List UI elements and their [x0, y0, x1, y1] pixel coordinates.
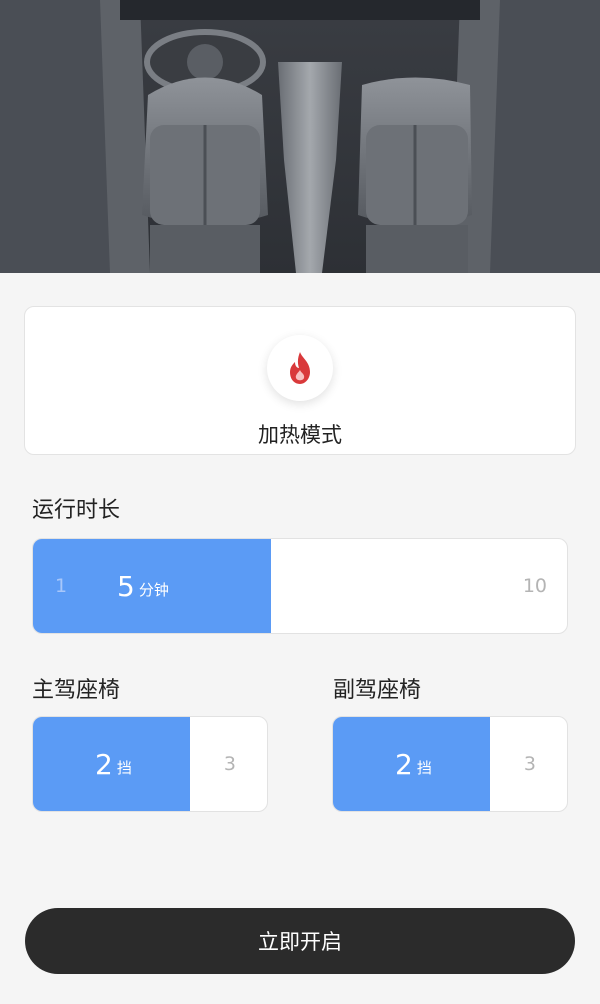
duration-value: 5 分钟	[117, 539, 169, 633]
mode-label: 加热模式	[258, 423, 342, 447]
driver-seat-value-unit: 挡	[116, 758, 132, 777]
flame-icon	[267, 335, 333, 401]
passenger-seat-value-number: 2	[395, 747, 413, 781]
passenger-seat-value-unit: 挡	[416, 758, 432, 777]
heating-mode-card[interactable]: 加热模式	[24, 306, 576, 455]
driver-seat-title: 主驾座椅	[32, 678, 121, 703]
start-now-button[interactable]: 立即开启	[25, 908, 575, 974]
driver-seat-slider[interactable]: 2 挡 3	[32, 716, 268, 812]
duration-value-number: 5	[117, 569, 135, 603]
duration-title: 运行时长	[32, 498, 121, 523]
duration-value-unit: 分钟	[138, 580, 169, 599]
duration-slider[interactable]: 1 5 分钟 10	[32, 538, 568, 634]
driver-seat-value: 2 挡	[95, 717, 132, 811]
driver-seat-value-number: 2	[95, 747, 113, 781]
passenger-seat-max-label: 3	[523, 753, 536, 775]
duration-min-label: 1	[55, 575, 68, 597]
duration-max-label: 10	[522, 575, 547, 597]
passenger-seat-slider[interactable]: 2 挡 3	[332, 716, 568, 812]
passenger-seat-title: 副驾座椅	[333, 678, 422, 703]
driver-seat-max-label: 3	[223, 753, 236, 775]
passenger-seat-value: 2 挡	[395, 717, 432, 811]
car-interior-image	[0, 0, 600, 273]
